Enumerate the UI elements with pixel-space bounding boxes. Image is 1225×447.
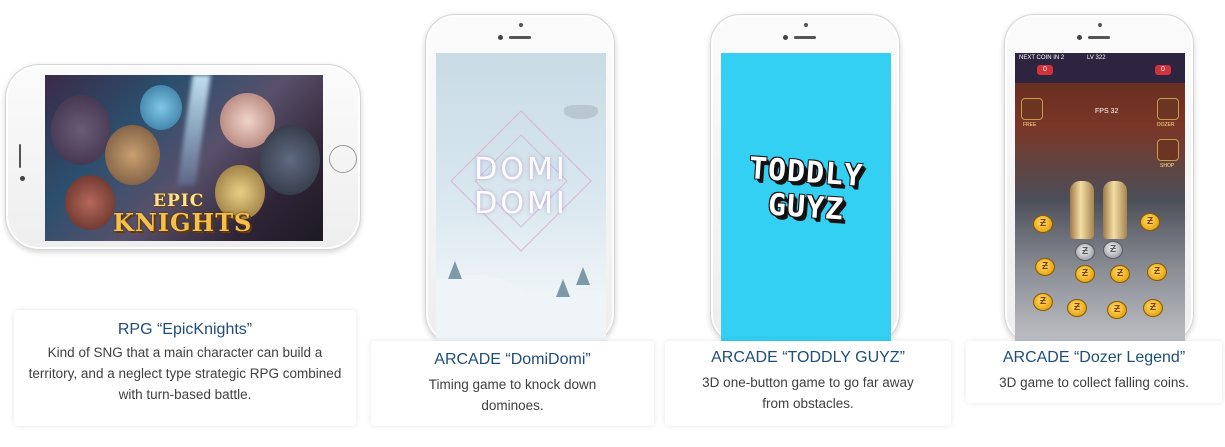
gold-coin: Ƶ (1110, 265, 1130, 283)
domidomi-logo-line2: DOMI (474, 186, 568, 221)
caption-title: ARCADE “DomiDomi” (434, 351, 591, 368)
floating-island (564, 105, 598, 119)
phone-speaker (19, 144, 21, 168)
gold-coin: Ƶ (1033, 293, 1053, 311)
home-button (329, 145, 357, 173)
caption-toddlyguyz: ARCADE “TODDLY GUYZ” 3D one-button game … (665, 341, 951, 426)
free-button-icon (1021, 98, 1043, 120)
caption-title: ARCADE “Dozer Legend” (1002, 349, 1186, 366)
pine-tree (576, 267, 590, 285)
phone-camera (498, 35, 503, 40)
phone-camera (20, 176, 25, 181)
caption-description: Kind of SNG that a main character can bu… (28, 345, 342, 402)
gold-coin: Ƶ (1067, 299, 1087, 317)
phone-sensor (519, 23, 523, 27)
dozer-button-icon (1157, 98, 1179, 120)
hud-next-coin-label: NEXT COIN IN 2 (1019, 55, 1065, 61)
hud-left-score: 0 (1037, 65, 1053, 75)
epicknights-logo-line2: KNIGHTS (113, 208, 253, 237)
gold-coin: Ƶ (1147, 263, 1167, 281)
domidomi-screenshot: DOMI DOMI (436, 53, 606, 345)
phone-speaker (1088, 36, 1110, 39)
gold-coin: Ƶ (1075, 265, 1095, 283)
character-art (105, 125, 160, 185)
character-art (260, 125, 320, 195)
toddlyguyz-screenshot: TODDLY GUYZ (721, 53, 891, 345)
dozer-label: DOZER (1157, 122, 1175, 128)
silver-coin: Ƶ (1075, 243, 1095, 261)
caption-domidomi: ARCADE “DomiDomi” Timing game to knock d… (371, 341, 654, 426)
pine-tree (448, 261, 462, 279)
caption-title: ARCADE “TODDLY GUYZ” (711, 349, 905, 366)
caption-title: RPG “EpicKnights” (117, 321, 253, 338)
phone-speaker (794, 36, 816, 39)
free-label: FREE (1023, 122, 1037, 128)
toddlyguyz-logo-line1: TODDLY (747, 151, 865, 194)
gold-coin: Ƶ (1143, 299, 1163, 317)
phone-epicknights: EPIC KNIGHTS (5, 64, 361, 250)
lightning-bolt (177, 75, 211, 185)
phone-camera (1077, 35, 1082, 40)
caption-description: Timing game to knock down dominoes. (428, 377, 597, 413)
caption-epicknights: RPG “EpicKnights” Kind of SNG that a mai… (14, 310, 356, 426)
silver-coin: Ƶ (1103, 241, 1123, 259)
hud-right-score: 0 (1155, 65, 1171, 75)
phone-dozerlegend: NEXT COIN IN 2 LV 322 0 0 FPS 32 FREE DO… (1004, 14, 1194, 345)
character-art (51, 95, 111, 165)
toddlyguyz-logo-line2: GUYZ (766, 187, 846, 228)
pine-tree (556, 279, 570, 297)
dozerlegend-screenshot: NEXT COIN IN 2 LV 322 0 0 FPS 32 FREE DO… (1015, 53, 1185, 345)
epicknights-screenshot: EPIC KNIGHTS (45, 75, 323, 241)
gold-coin: Ƶ (1140, 213, 1160, 231)
gold-coin: Ƶ (1107, 301, 1127, 319)
domidomi-logo-line1: DOMI (474, 152, 568, 187)
gold-coin: Ƶ (1033, 215, 1053, 233)
coin-pusher (1103, 181, 1127, 239)
hud-level-label: LV 322 (1087, 55, 1106, 61)
gold-coin: Ƶ (1035, 258, 1055, 276)
caption-description: 3D one-button game to go far away from o… (702, 375, 914, 411)
caption-dozerlegend: ARCADE “Dozer Legend” 3D game to collect… (966, 341, 1222, 403)
phone-toddlyguyz: TODDLY GUYZ (710, 14, 900, 345)
shop-label: SHOP (1160, 163, 1175, 169)
phone-speaker (509, 36, 531, 39)
game-hud-bar: NEXT COIN IN 2 LV 322 0 0 (1015, 53, 1185, 83)
character-art (65, 175, 115, 230)
phone-camera (783, 35, 788, 40)
character-art (140, 85, 182, 130)
hud-fps-label: FPS 32 (1095, 108, 1119, 115)
phone-domidomi: DOMI DOMI (425, 14, 615, 345)
phone-sensor (804, 23, 808, 27)
shop-button-icon (1157, 139, 1179, 161)
phone-sensor (1098, 23, 1102, 27)
caption-description: 3D game to collect falling coins. (999, 375, 1189, 390)
coin-pusher (1070, 181, 1094, 239)
